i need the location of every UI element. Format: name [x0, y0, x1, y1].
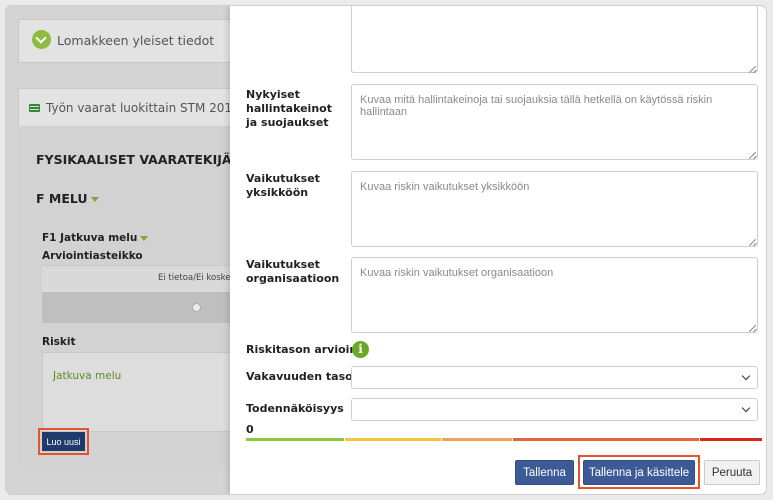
severity-select[interactable]: [351, 366, 758, 389]
hazards-panel-header[interactable]: Työn vaarat luokittain STM 2015: [18, 88, 250, 128]
risk-level-label: Riskitason arviointi: [246, 343, 367, 356]
group-dropdown[interactable]: F MELU: [36, 191, 99, 206]
probability-label: Todennäköisyys: [246, 402, 344, 415]
current-controls-textarea[interactable]: [351, 84, 758, 160]
risk-scale-segment: [345, 438, 441, 441]
save-button[interactable]: Tallenna: [515, 460, 574, 485]
risk-scale-segment: [513, 438, 699, 441]
risks-label: Riskit: [42, 336, 76, 348]
risks-list: Jatkuva melu: [42, 352, 238, 432]
rating-scale: Ei tietoa/Ei koske: [42, 265, 236, 323]
resize-handle-icon[interactable]: [748, 238, 756, 246]
background-page: Lomakkeen yleiset tiedot Työn vaarat luo…: [6, 6, 258, 494]
subgroup-dropdown[interactable]: F1 Jatkuva melu: [42, 232, 149, 244]
panel-title: Työn vaarat luokittain STM 2015: [46, 101, 240, 115]
unit-effects-label: Vaikutukset yksikköön: [246, 172, 320, 199]
resize-handle-icon[interactable]: [748, 151, 756, 159]
scale-header: Ei tietoa/Ei koske: [42, 265, 236, 292]
risk-scale-segment: [442, 438, 512, 441]
risk-scale-segment: [246, 438, 344, 441]
risk-scale-segment: [700, 438, 762, 441]
save-and-process-button[interactable]: Tallenna ja käsittele: [583, 460, 695, 485]
screenshot-frame: Lomakkeen yleiset tiedot Työn vaarat luo…: [6, 6, 766, 494]
org-effects-textarea[interactable]: [351, 257, 758, 333]
section-title: FYSIKAALISET VAARATEKIJÄT (F: [36, 152, 258, 167]
org-effects-label: Vaikutukset organisaatioon: [246, 258, 340, 285]
probability-select[interactable]: [351, 398, 758, 421]
cancel-button[interactable]: Peruuta: [704, 460, 760, 485]
list-icon: [29, 104, 40, 112]
scale-option-label: Ei tietoa/Ei koske: [158, 273, 231, 283]
unit-effects-textarea[interactable]: [351, 171, 758, 247]
chevron-down-icon: [741, 371, 751, 381]
previous-textarea[interactable]: [351, 6, 758, 73]
panel-title: Lomakkeen yleiset tiedot: [57, 33, 215, 48]
severity-label: Vakavuuden taso: [246, 370, 353, 383]
chevron-down-icon: [741, 403, 751, 413]
scale-options-row: [42, 292, 236, 323]
subgroup-label: F1 Jatkuva melu: [42, 232, 138, 244]
resize-handle-icon[interactable]: [748, 324, 756, 332]
scale-label: Arviointiasteikko: [42, 250, 143, 262]
group-label: F MELU: [36, 191, 88, 206]
info-icon[interactable]: i: [352, 341, 369, 358]
risk-item-link[interactable]: Jatkuva melu: [53, 370, 121, 382]
chevron-down-icon: [32, 30, 51, 49]
resize-handle-icon[interactable]: [748, 65, 756, 73]
create-new-button[interactable]: Luo uusi: [38, 428, 89, 455]
current-controls-label: Nykyiset hallintakeinot ja suojaukset: [246, 88, 332, 129]
scale-radio[interactable]: [192, 303, 201, 312]
risk-score-value: 0: [246, 423, 254, 436]
general-info-panel-header[interactable]: Lomakkeen yleiset tiedot: [18, 19, 250, 63]
caret-down-icon: [140, 235, 149, 241]
caret-down-icon: [90, 197, 99, 202]
risk-form-modal: Nykyiset hallintakeinot ja suojaukset Va…: [230, 6, 766, 494]
